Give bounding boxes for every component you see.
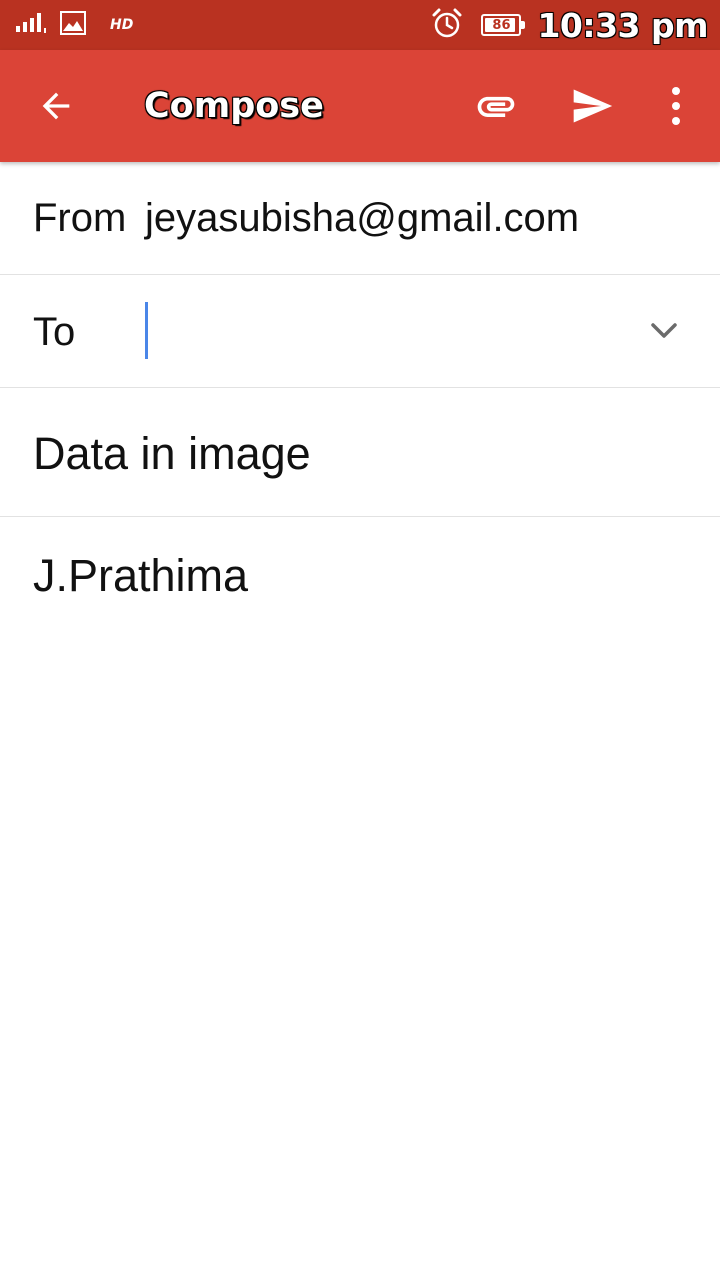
chevron-down-icon [651, 323, 677, 338]
send-button[interactable] [556, 70, 628, 142]
attach-button[interactable] [460, 70, 532, 142]
image-icon [60, 10, 86, 40]
subject-field[interactable]: Data in image [33, 428, 311, 480]
network-hd-label: HD [110, 17, 134, 33]
paperclip-icon [477, 96, 515, 117]
battery-level: 86 [492, 17, 511, 33]
battery-indicator: 86 [481, 14, 526, 36]
text-cursor [145, 302, 148, 359]
from-row: From jeyasubisha@gmail.com [0, 162, 720, 275]
expand-recipients-button[interactable] [628, 295, 700, 367]
signal-bars-icon [16, 12, 50, 39]
subject-row: Data in image [0, 388, 720, 517]
to-label: To [33, 310, 76, 354]
back-button[interactable] [20, 70, 92, 142]
more-vert-icon [672, 87, 680, 125]
compose-screen: HD 86 10:33 pm Compose From jeyasubisha@… [0, 0, 720, 1280]
status-left: HD [16, 10, 133, 40]
send-icon [573, 89, 613, 123]
status-bar: HD 86 10:33 pm [0, 0, 720, 50]
more-options-button[interactable] [652, 70, 700, 142]
from-label: From [33, 196, 127, 240]
alarm-clock-icon [431, 7, 463, 44]
body-field[interactable]: J.Prathima [33, 550, 248, 602]
app-bar: Compose [0, 50, 720, 162]
status-right: 86 10:33 pm [431, 0, 708, 50]
from-account-selector[interactable]: jeyasubisha@gmail.com [145, 196, 579, 241]
page-title: Compose [144, 86, 324, 126]
to-field[interactable] [145, 301, 615, 361]
arrow-back-icon [42, 92, 70, 120]
status-time: 10:33 pm [537, 5, 708, 45]
to-row: To [0, 275, 720, 388]
